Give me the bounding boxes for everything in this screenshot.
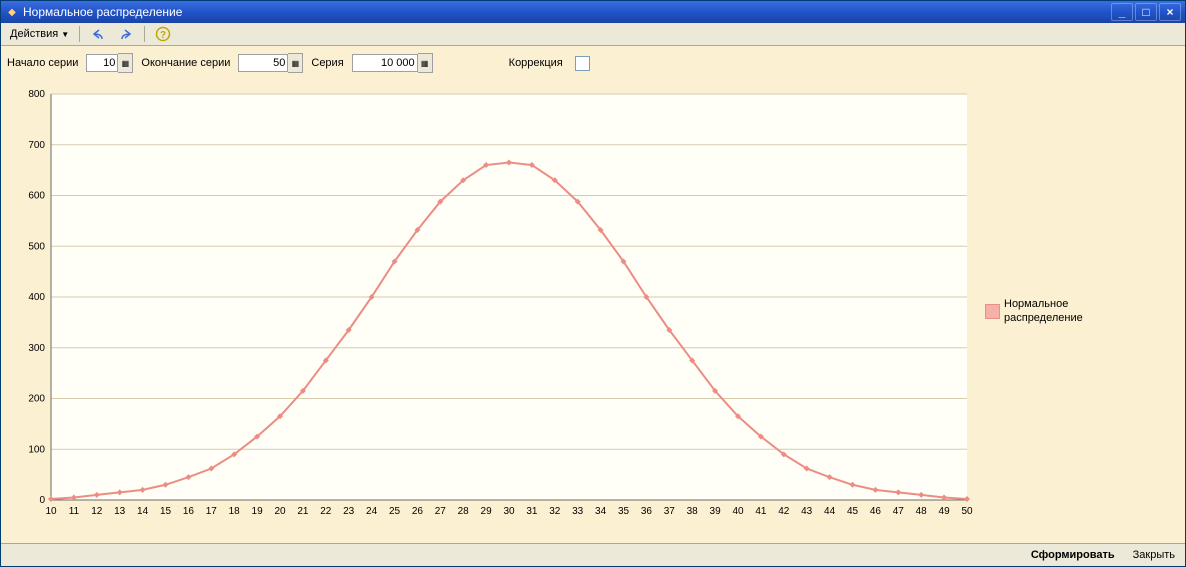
series-input[interactable] bbox=[352, 54, 418, 72]
svg-text:44: 44 bbox=[824, 506, 836, 517]
svg-text:10: 10 bbox=[45, 506, 57, 517]
svg-text:19: 19 bbox=[252, 506, 264, 517]
svg-text:30: 30 bbox=[503, 506, 515, 517]
svg-text:39: 39 bbox=[710, 506, 722, 517]
svg-text:23: 23 bbox=[343, 506, 355, 517]
svg-text:600: 600 bbox=[28, 191, 45, 202]
undo-button[interactable] bbox=[85, 23, 111, 45]
end-series-label: Окончание серии bbox=[141, 57, 230, 69]
titlebar: ◆ Нормальное распределение _ □ × bbox=[1, 1, 1185, 23]
svg-text:41: 41 bbox=[755, 506, 767, 517]
svg-text:31: 31 bbox=[526, 506, 538, 517]
help-button[interactable]: ? bbox=[150, 23, 176, 45]
toolbar: Действия ▼ ? bbox=[1, 23, 1185, 46]
svg-text:36: 36 bbox=[641, 506, 653, 517]
svg-text:27: 27 bbox=[435, 506, 447, 517]
series-stepper[interactable]: ▦ bbox=[418, 53, 433, 73]
svg-text:200: 200 bbox=[28, 394, 45, 405]
start-series-stepper[interactable]: ▦ bbox=[118, 53, 133, 73]
svg-text:500: 500 bbox=[28, 241, 45, 252]
help-icon: ? bbox=[155, 26, 171, 42]
start-series-label: Начало серии bbox=[7, 57, 78, 69]
svg-text:16: 16 bbox=[183, 506, 195, 517]
svg-text:45: 45 bbox=[847, 506, 859, 517]
svg-text:15: 15 bbox=[160, 506, 172, 517]
svg-text:50: 50 bbox=[961, 506, 973, 517]
end-series-field: ▦ bbox=[238, 54, 303, 72]
svg-text:29: 29 bbox=[481, 506, 493, 517]
svg-text:38: 38 bbox=[687, 506, 699, 517]
window-title: Нормальное распределение bbox=[23, 5, 1111, 19]
svg-text:25: 25 bbox=[389, 506, 401, 517]
start-series-input[interactable] bbox=[86, 54, 118, 72]
chart-area: 0 100 200 300 400 500 600 700 800 10 11 12 13 14 15 16 1… bbox=[7, 84, 981, 539]
svg-text:24: 24 bbox=[366, 506, 378, 517]
series-label: Серия bbox=[311, 57, 343, 69]
svg-text:21: 21 bbox=[297, 506, 309, 517]
svg-text:33: 33 bbox=[572, 506, 584, 517]
svg-text:0: 0 bbox=[39, 495, 45, 506]
legend-label: Нормальное распределение bbox=[1004, 298, 1083, 324]
svg-text:40: 40 bbox=[732, 506, 744, 517]
svg-text:300: 300 bbox=[28, 343, 45, 354]
svg-text:48: 48 bbox=[916, 506, 928, 517]
chart-legend: Нормальное распределение bbox=[981, 84, 1179, 539]
svg-text:700: 700 bbox=[28, 140, 45, 151]
svg-text:800: 800 bbox=[28, 89, 45, 100]
actions-menu-label: Действия bbox=[10, 28, 58, 40]
toolbar-separator bbox=[79, 26, 80, 42]
svg-text:22: 22 bbox=[320, 506, 332, 517]
svg-text:18: 18 bbox=[229, 506, 241, 517]
svg-text:?: ? bbox=[160, 30, 166, 41]
correction-label: Коррекция bbox=[509, 57, 563, 69]
parameters-panel: Начало серии ▦ Окончание серии ▦ Серия ▦… bbox=[1, 46, 1185, 80]
generate-button[interactable]: Сформировать bbox=[1027, 547, 1119, 563]
maximize-button[interactable]: □ bbox=[1135, 3, 1157, 21]
end-series-input[interactable] bbox=[238, 54, 288, 72]
close-window-button[interactable]: Закрыть bbox=[1129, 547, 1179, 563]
redo-button[interactable] bbox=[113, 23, 139, 45]
legend-swatch bbox=[985, 304, 1000, 319]
svg-text:11: 11 bbox=[69, 506, 80, 517]
svg-text:37: 37 bbox=[664, 506, 676, 517]
series-field: ▦ bbox=[352, 54, 433, 72]
svg-text:12: 12 bbox=[91, 506, 103, 517]
svg-text:28: 28 bbox=[458, 506, 470, 517]
svg-text:17: 17 bbox=[206, 506, 218, 517]
correction-checkbox[interactable] bbox=[575, 56, 590, 71]
svg-text:400: 400 bbox=[28, 292, 45, 303]
redo-icon bbox=[118, 26, 134, 42]
footer-bar: Сформировать Закрыть bbox=[1, 543, 1185, 566]
end-series-stepper[interactable]: ▦ bbox=[288, 53, 303, 73]
svg-text:49: 49 bbox=[939, 506, 951, 517]
svg-text:35: 35 bbox=[618, 506, 630, 517]
actions-menu-button[interactable]: Действия ▼ bbox=[5, 25, 74, 43]
svg-text:47: 47 bbox=[893, 506, 905, 517]
svg-text:32: 32 bbox=[549, 506, 561, 517]
app-window: ◆ Нормальное распределение _ □ × Действи… bbox=[0, 0, 1186, 567]
svg-text:42: 42 bbox=[778, 506, 790, 517]
chart-container: 0 100 200 300 400 500 600 700 800 10 11 12 13 14 15 16 1… bbox=[1, 80, 1185, 543]
svg-text:20: 20 bbox=[274, 506, 286, 517]
close-button[interactable]: × bbox=[1159, 3, 1181, 21]
app-icon: ◆ bbox=[5, 5, 19, 19]
chart-svg: 0 100 200 300 400 500 600 700 800 10 11 12 13 14 15 16 1… bbox=[7, 84, 977, 524]
minimize-button[interactable]: _ bbox=[1111, 3, 1133, 21]
svg-text:13: 13 bbox=[114, 506, 126, 517]
svg-text:100: 100 bbox=[28, 444, 45, 455]
toolbar-separator bbox=[144, 26, 145, 42]
chevron-down-icon: ▼ bbox=[61, 30, 69, 39]
svg-text:14: 14 bbox=[137, 506, 149, 517]
start-series-field: ▦ bbox=[86, 54, 133, 72]
svg-text:43: 43 bbox=[801, 506, 813, 517]
svg-text:34: 34 bbox=[595, 506, 607, 517]
undo-icon bbox=[90, 26, 106, 42]
window-controls: _ □ × bbox=[1111, 3, 1181, 21]
svg-text:26: 26 bbox=[412, 506, 424, 517]
svg-text:46: 46 bbox=[870, 506, 882, 517]
